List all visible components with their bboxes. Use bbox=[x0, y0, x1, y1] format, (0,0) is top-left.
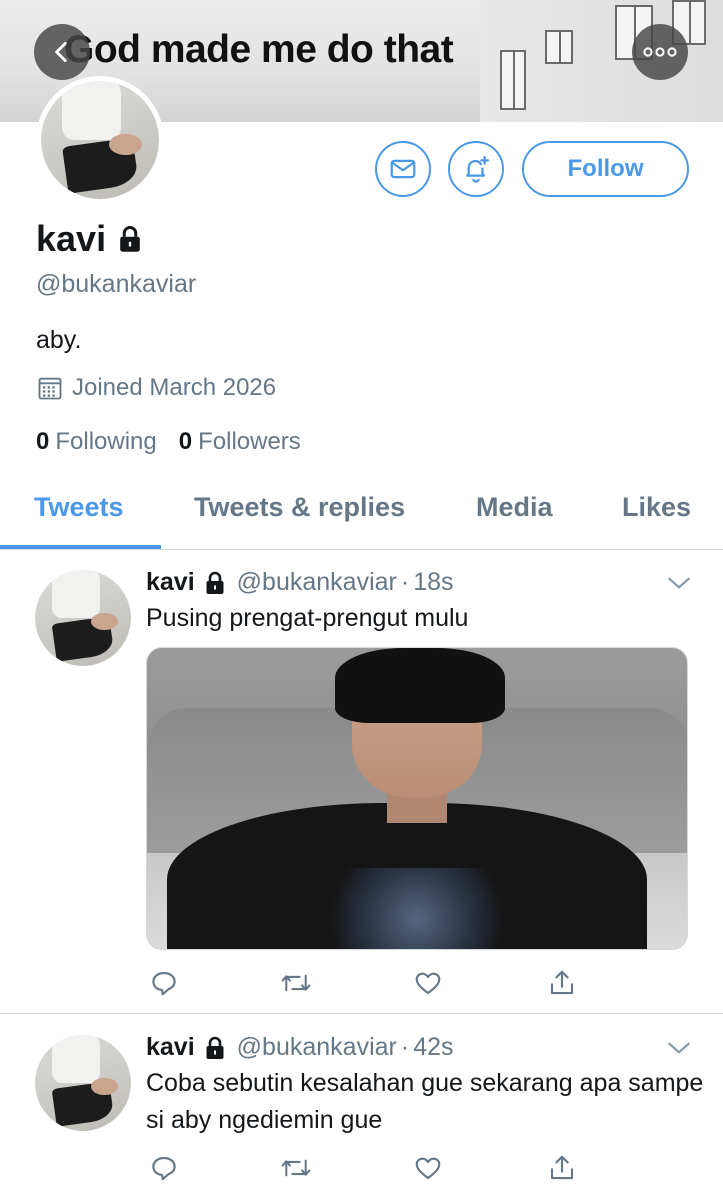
tweet-header: kavi @bukankaviar · 18s bbox=[146, 568, 454, 597]
tab-tweets[interactable]: Tweets bbox=[34, 492, 124, 523]
followers-count: 0 bbox=[178, 428, 193, 455]
tab-likes[interactable]: Likes bbox=[622, 492, 691, 523]
more-button[interactable] bbox=[632, 24, 688, 80]
lock-icon bbox=[120, 225, 140, 252]
tweet-author-handle[interactable]: @bukankaviar bbox=[237, 568, 397, 597]
tweet-text: Pusing prengat-prengut mulu bbox=[146, 604, 469, 632]
profile-handle: @bukankaviar bbox=[36, 270, 197, 298]
retweet-button[interactable] bbox=[278, 965, 314, 1001]
banner-window bbox=[500, 50, 526, 110]
chevron-left-icon bbox=[55, 41, 67, 63]
profile-tabs: Tweets Tweets & replies Media Likes bbox=[0, 476, 723, 550]
calendar-icon bbox=[38, 377, 62, 400]
chevron-down-icon[interactable] bbox=[666, 572, 692, 594]
tweet-author-name[interactable]: kavi bbox=[146, 1033, 195, 1062]
bell-plus-icon bbox=[466, 155, 490, 183]
reply-button[interactable] bbox=[146, 1150, 182, 1186]
tweet-actions bbox=[146, 1150, 596, 1186]
message-button[interactable] bbox=[375, 141, 431, 197]
reply-icon bbox=[152, 971, 176, 996]
tweet-time[interactable]: 18s bbox=[413, 568, 453, 597]
banner-window bbox=[545, 30, 573, 64]
following-label: Following bbox=[55, 428, 157, 455]
heart-icon bbox=[415, 972, 441, 995]
follow-button[interactable]: Follow bbox=[522, 141, 689, 197]
tweet-author-name[interactable]: kavi bbox=[146, 568, 195, 597]
tweet-avatar[interactable] bbox=[35, 570, 131, 666]
profile-name-row: kavi bbox=[36, 218, 144, 260]
profile-bio: aby. bbox=[36, 326, 82, 354]
notifications-button[interactable] bbox=[448, 141, 504, 197]
like-button[interactable] bbox=[410, 965, 446, 1001]
chevron-down-icon[interactable] bbox=[666, 1037, 692, 1059]
tweet-header: kavi @bukankaviar · 42s bbox=[146, 1033, 454, 1062]
banner-text: God made me do that bbox=[64, 28, 454, 71]
tweet-media[interactable] bbox=[146, 647, 688, 950]
following-link[interactable]: 0 Following bbox=[36, 428, 157, 456]
lock-icon bbox=[203, 1035, 227, 1061]
active-tab-indicator bbox=[0, 545, 161, 549]
joined-text: Joined March 2026 bbox=[72, 374, 277, 401]
follow-counts: 0 Following 0 Followers bbox=[36, 428, 301, 456]
following-count: 0 bbox=[36, 428, 50, 455]
envelope-icon bbox=[390, 159, 416, 179]
retweet-icon bbox=[281, 974, 311, 992]
back-button[interactable] bbox=[34, 24, 90, 80]
retweet-icon bbox=[281, 1159, 311, 1177]
tweet-actions bbox=[146, 965, 596, 1001]
reply-button[interactable] bbox=[146, 965, 182, 1001]
joined-date: Joined March 2026 bbox=[36, 374, 276, 402]
share-icon bbox=[550, 1155, 574, 1180]
tweet-separator: · bbox=[400, 1033, 410, 1061]
tweet-time[interactable]: 42s bbox=[413, 1033, 453, 1062]
more-icon bbox=[643, 47, 677, 57]
share-button[interactable] bbox=[544, 965, 580, 1001]
retweet-button[interactable] bbox=[278, 1150, 314, 1186]
tweet-avatar[interactable] bbox=[35, 1035, 131, 1131]
tab-media[interactable]: Media bbox=[476, 492, 553, 523]
tweet-separator: · bbox=[400, 568, 410, 596]
share-icon bbox=[550, 970, 574, 995]
followers-link[interactable]: 0 Followers bbox=[179, 428, 301, 456]
tab-tweets-replies[interactable]: Tweets & replies bbox=[194, 492, 405, 523]
lock-icon bbox=[203, 570, 227, 596]
reply-icon bbox=[152, 1156, 176, 1181]
profile-name: kavi bbox=[36, 218, 107, 259]
followers-label: Followers bbox=[198, 428, 301, 455]
profile-avatar[interactable] bbox=[36, 76, 164, 204]
tweet-text: Coba sebutin kesalahan gue sekarang apa … bbox=[146, 1069, 704, 1134]
heart-icon bbox=[415, 1157, 441, 1180]
like-button[interactable] bbox=[410, 1150, 446, 1186]
share-button[interactable] bbox=[544, 1150, 580, 1186]
tweet-author-handle[interactable]: @bukankaviar bbox=[237, 1033, 397, 1062]
